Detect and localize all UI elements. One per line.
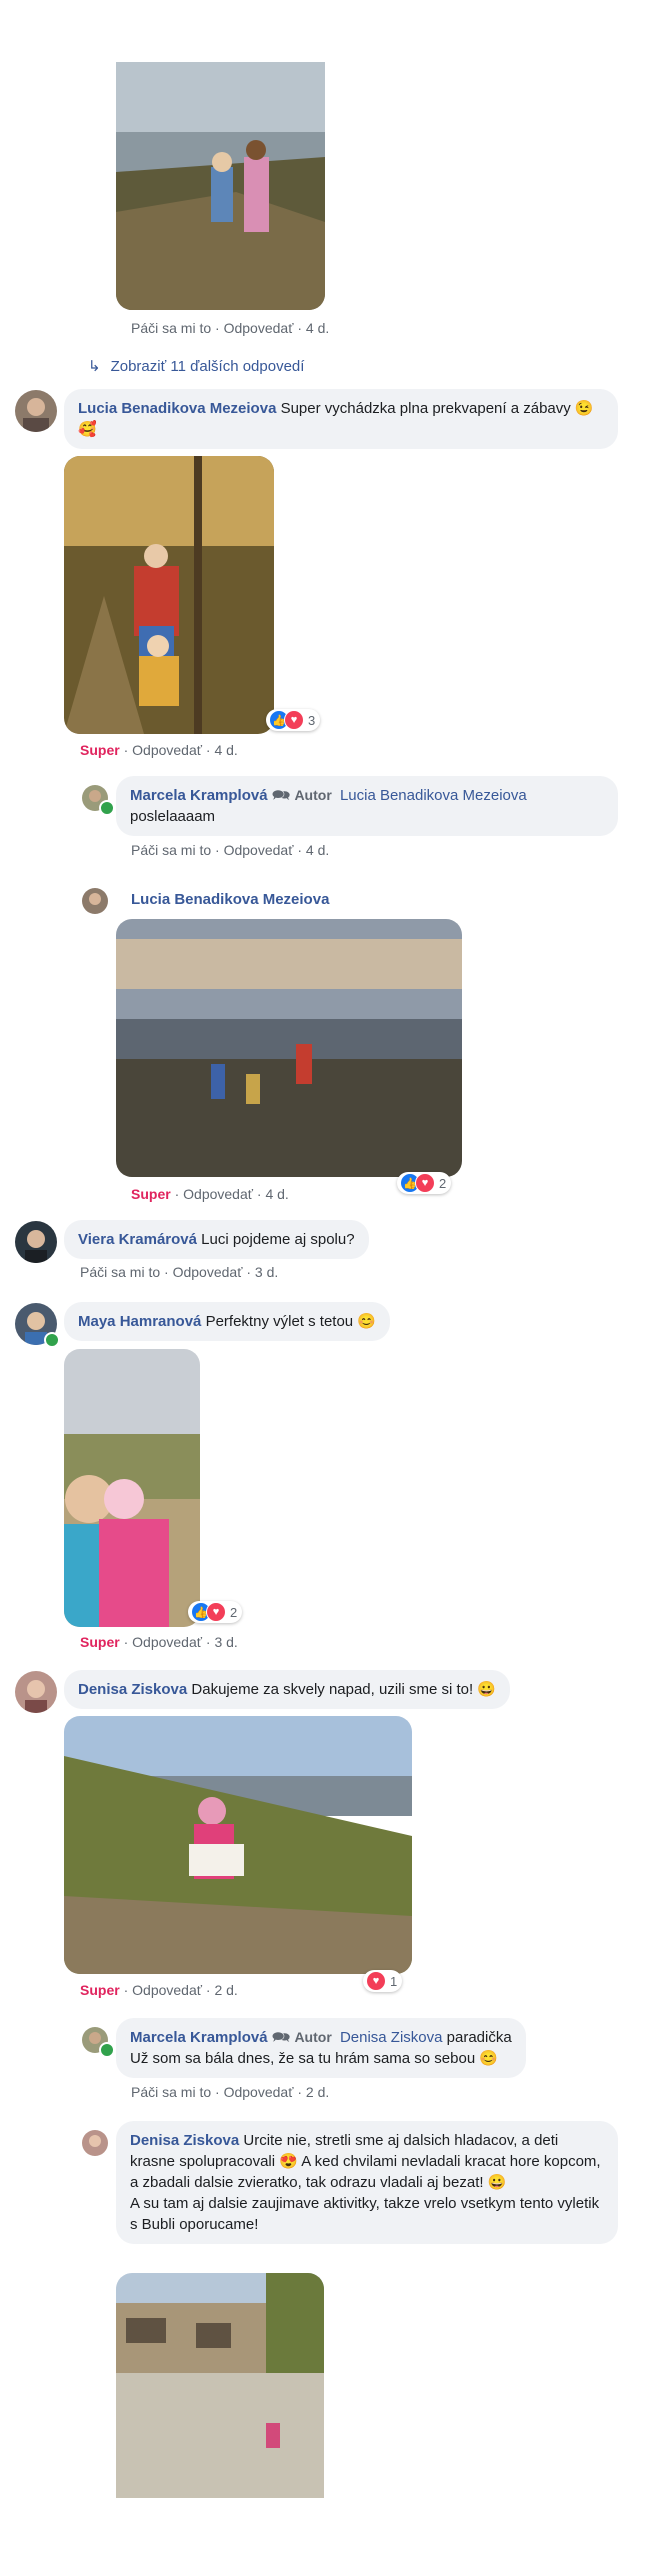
timestamp[interactable]: 4 d. (265, 1186, 288, 1202)
comment-meta: Páči sa mi to · Odpovedať · 2 d. (131, 2084, 330, 2100)
reaction-count[interactable]: 👍 ♥ 2 (397, 1172, 452, 1194)
like-link[interactable]: Páči sa mi to (131, 320, 211, 336)
reaction-count[interactable]: ♥ 1 (363, 1970, 403, 1992)
love-reaction-icon: ♥ (366, 1971, 386, 1991)
reaction-count[interactable]: 👍 ♥ 3 (266, 709, 321, 731)
avatar[interactable] (82, 888, 108, 914)
online-status-indicator (99, 2042, 115, 2058)
comment-author[interactable]: Lucia Benadikova Mezeiova (131, 891, 329, 908)
avatar[interactable] (15, 1671, 57, 1713)
love-reaction-icon: ♥ (284, 710, 304, 730)
comment-meta: Super · Odpovedať · 4 d. (80, 742, 238, 758)
comment-text: Už som sa bála dnes, že sa tu hrám sama … (130, 2050, 499, 2067)
love-reaction-icon: ♥ (415, 1173, 435, 1193)
comment-author[interactable]: Denisa Ziskova (130, 2132, 239, 2149)
comment-bubble: Viera Kramárová Luci pojdeme aj spolu? (64, 1220, 369, 1259)
timestamp[interactable]: 4 d. (306, 842, 329, 858)
comment-author[interactable]: Marcela Kramplová (130, 2029, 268, 2046)
like-link[interactable]: Páči sa mi to (131, 2084, 211, 2100)
avatar[interactable] (82, 2130, 108, 2156)
author-badge-icon: 🗪 (271, 2029, 291, 2046)
avatar[interactable] (15, 390, 57, 432)
reply-link[interactable]: Odpovedať (224, 320, 294, 336)
comment-text: Perfektny výlet s tetou 😊 (205, 1313, 376, 1330)
super-reaction-link[interactable]: Super (80, 1982, 120, 1998)
timestamp[interactable]: 4 d. (214, 742, 237, 758)
reaction-count[interactable]: 👍 ♥ 2 (188, 1601, 243, 1623)
super-reaction-link[interactable]: Super (80, 1634, 120, 1650)
timestamp[interactable]: 3 d. (214, 1634, 237, 1650)
super-reaction-link[interactable]: Super (80, 742, 120, 758)
photo-child-with-map[interactable] (64, 1716, 412, 1974)
comment-text: paradička (446, 2029, 512, 2046)
comment-text: Luci pojdeme aj spolu? (201, 1231, 355, 1248)
view-more-replies-link[interactable]: ↳ Zobraziť 11 ďalších odpovedí (88, 357, 304, 375)
reply-link[interactable]: Odpovedať (183, 1186, 253, 1202)
super-reaction-link[interactable]: Super (131, 1186, 171, 1202)
comment-bubble: Marcela Kramplová 🗪 Autor Denisa Ziskova … (116, 2018, 526, 2078)
reply-link[interactable]: Odpovedať (224, 842, 294, 858)
reply-link[interactable]: Odpovedať (132, 1634, 202, 1650)
reply-link[interactable]: Odpovedať (132, 742, 202, 758)
comment-meta: Super · Odpovedať · 2 d. (80, 1982, 238, 1998)
comment-bubble: Maya Hamranová Perfektny výlet s tetou 😊 (64, 1302, 390, 1341)
author-badge-icon: 🗪 (271, 787, 291, 804)
like-link[interactable]: Páči sa mi to (131, 842, 211, 858)
comment-meta: Super · Odpovedať · 4 d. (131, 1186, 289, 1202)
top-comment-meta: Páči sa mi to · Odpovedať · 4 d. (131, 320, 330, 336)
comment-meta: Páči sa mi to · Odpovedať · 3 d. (80, 1264, 279, 1280)
comment-text: poslelaaaam (130, 808, 216, 825)
reply-link[interactable]: Odpovedať (132, 1982, 202, 1998)
online-status-indicator (99, 800, 115, 816)
comment-author[interactable]: Marcela Kramplová (130, 787, 268, 804)
author-badge: Autor (294, 787, 332, 803)
author-badge: Autor (294, 2029, 332, 2045)
comment-bubble: Denisa Ziskova Urcite nie, stretli sme a… (116, 2121, 618, 2244)
avatar[interactable] (15, 1221, 57, 1263)
photo-kids-forest[interactable] (64, 456, 274, 734)
reply-link[interactable]: Odpovedať (224, 2084, 294, 2100)
like-link[interactable]: Páči sa mi to (80, 1264, 160, 1280)
mention-tag[interactable]: Denisa Ziskova (340, 2029, 443, 2046)
photo-top-kids-hill[interactable] (116, 62, 325, 310)
timestamp[interactable]: 3 d. (255, 1264, 278, 1280)
mention-tag[interactable]: Lucia Benadikova Mezeiova (340, 787, 527, 804)
comment-bubble: Lucia Benadikova Mezeiova Super vychádzk… (64, 389, 618, 449)
timestamp[interactable]: 2 d. (306, 2084, 329, 2100)
timestamp[interactable]: 4 d. (306, 320, 329, 336)
online-status-indicator (44, 1332, 60, 1348)
comment-meta: Super · Odpovedať · 3 d. (80, 1634, 238, 1650)
comment-bubble: Marcela Kramplová 🗪 Autor Lucia Benadikov… (116, 776, 618, 836)
comment-author[interactable]: Viera Kramárová (78, 1231, 197, 1248)
photo-selfie[interactable] (64, 1349, 200, 1627)
timestamp[interactable]: 2 d. (214, 1982, 237, 1998)
comment-author[interactable]: Lucia Benadikova Mezeiova (78, 400, 276, 417)
reply-link[interactable]: Odpovedať (173, 1264, 243, 1280)
comment-bubble: Denisa Ziskova Dakujeme za skvely napad,… (64, 1670, 511, 1709)
comment-meta: Páči sa mi to · Odpovedať · 4 d. (131, 842, 330, 858)
comment-text: Dakujeme za skvely napad, uzili sme si t… (191, 1681, 497, 1698)
photo-kids-viewpoint[interactable] (116, 919, 462, 1177)
comment-text: A su tam aj dalsie zaujimave aktivitky, … (130, 2195, 600, 2233)
photo-rock-formation[interactable] (116, 2273, 324, 2498)
love-reaction-icon: ♥ (206, 1602, 226, 1622)
comment-author[interactable]: Denisa Ziskova (78, 1681, 187, 1698)
comment-author[interactable]: Maya Hamranová (78, 1313, 201, 1330)
reply-arrow-icon: ↳ (88, 358, 101, 375)
